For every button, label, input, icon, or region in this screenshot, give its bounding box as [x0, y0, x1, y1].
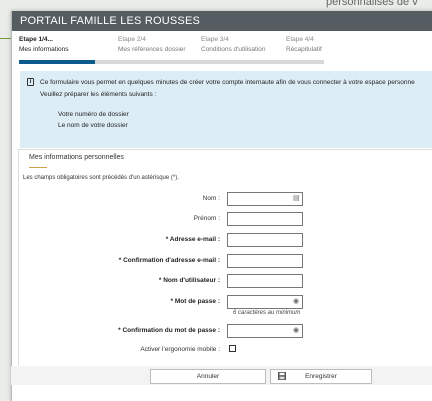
password-input[interactable] — [227, 295, 303, 309]
info-box: i Ce formulaire vous permet en quelques … — [20, 71, 432, 148]
cancel-button-label: Annuler — [196, 373, 220, 380]
section-title-underline — [29, 167, 47, 168]
portal-header: PORTAIL FAMILLE LES ROUSSES — [12, 11, 432, 31]
email-input[interactable] — [227, 233, 303, 247]
username-input[interactable] — [227, 274, 303, 288]
info-description: Ce formulaire vous permet en quelques mi… — [40, 79, 415, 86]
email-label: * Adresse e-mail : — [165, 236, 220, 243]
step-3-name: Conditions d'utilisation — [201, 46, 266, 53]
password-label: * Mot de passe : — [170, 298, 220, 305]
page-title: PORTAIL FAMILLE LES ROUSSES — [20, 15, 201, 27]
background-text: personnalisés de v — [326, 0, 418, 8]
password-confirm-label: * Confirmation du mot de passe : — [118, 327, 220, 334]
section-title: Mes informations personnelles — [29, 154, 124, 161]
step-1: Etape 1/4... Mes informations — [19, 35, 69, 55]
show-password-icon[interactable]: ◉ — [293, 298, 299, 306]
save-button-label: Enregistrer — [305, 373, 337, 380]
email-confirm-input[interactable] — [227, 254, 303, 268]
progress-bar-fill — [19, 60, 96, 64]
info-item-dossier-name: Le nom de votre dossier — [58, 122, 128, 129]
prenom-input[interactable] — [227, 212, 303, 226]
cancel-button[interactable]: Annuler — [150, 369, 266, 384]
info-instructions: Veuillez préparer les éléments suivants … — [40, 91, 157, 98]
step-3: Etape 3/4 Conditions d'utilisation — [201, 35, 265, 55]
nom-input[interactable] — [227, 192, 303, 206]
step-indicator: Etape 1/4... Mes informations Etape 2/4 … — [12, 31, 432, 65]
required-fields-note: Les champs obligatoires sont précédés d'… — [23, 175, 179, 181]
personal-info-section: Mes informations personnelles Les champs… — [18, 149, 432, 367]
password-hint: 6 caractères au minimum — [233, 310, 301, 316]
email-confirm-label: * Confirmation d'adresse e-mail : — [118, 257, 220, 264]
step-1-number: Etape 1/4... — [19, 36, 53, 43]
info-icon: i — [27, 78, 34, 86]
contact-card-icon[interactable]: ▤ — [293, 195, 300, 203]
mobile-ergonomics-checkbox[interactable] — [229, 345, 236, 352]
save-icon — [278, 372, 286, 380]
step-4: Etape 4/4 Récapitulatif — [286, 35, 322, 55]
step-2-name: Mes références dossier — [118, 46, 186, 53]
save-button[interactable]: Enregistrer — [270, 369, 372, 384]
step-1-name: Mes informations — [19, 46, 69, 53]
mobile-ergonomics-label: Activer l'ergonomie mobile : — [140, 346, 220, 353]
show-password-confirm-icon[interactable]: ◉ — [293, 327, 299, 335]
step-4-number: Etape 4/4 — [286, 36, 314, 43]
password-confirm-input[interactable] — [227, 324, 303, 338]
nom-label: Nom : — [202, 195, 220, 202]
info-item-dossier-number: Votre numéro de dossier — [58, 111, 129, 118]
step-2-number: Etape 2/4 — [118, 36, 146, 43]
step-4-name: Récapitulatif — [286, 46, 322, 53]
username-label: * Nom d'utilisateur : — [158, 277, 220, 284]
step-3-number: Etape 3/4 — [201, 36, 229, 43]
step-2: Etape 2/4 Mes références dossier — [118, 35, 186, 55]
progress-bar — [19, 60, 324, 64]
prenom-label: Prénom : — [193, 215, 220, 222]
